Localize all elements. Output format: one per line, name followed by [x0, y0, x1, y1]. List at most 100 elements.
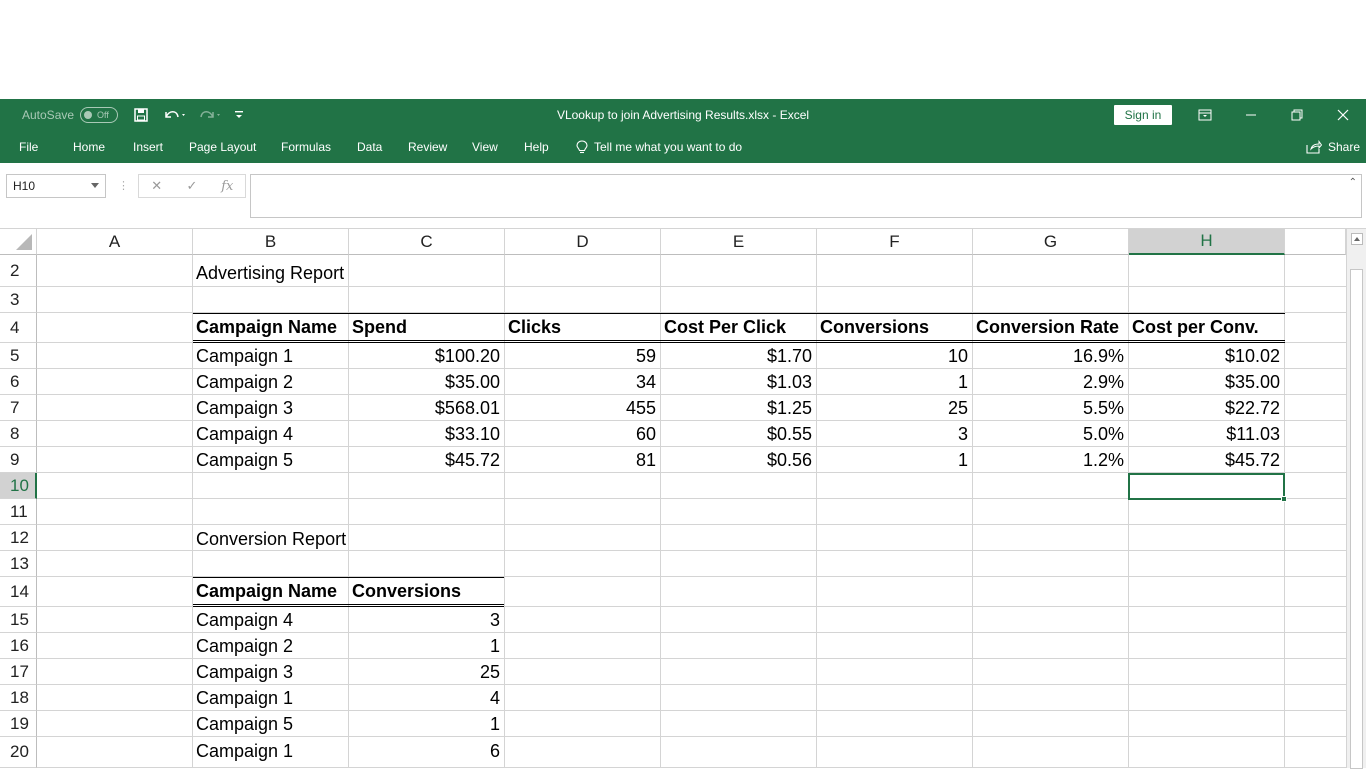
advertising-report-title[interactable]: Advertising Report: [192, 260, 504, 286]
ad-cell[interactable]: 60: [504, 421, 660, 447]
conv-cell[interactable]: 6: [348, 738, 504, 764]
chevron-down-icon[interactable]: [91, 183, 99, 188]
tab-data[interactable]: Data: [357, 131, 382, 163]
tab-insert[interactable]: Insert: [133, 131, 163, 163]
ad-cell[interactable]: 2.9%: [972, 369, 1128, 395]
conv-header-campaign-name[interactable]: Campaign Name: [192, 578, 348, 604]
column-header-f[interactable]: F: [817, 229, 973, 255]
undo-icon[interactable]: [160, 99, 190, 131]
ad-cell[interactable]: Campaign 3: [192, 395, 348, 421]
row-header-5[interactable]: 5: [0, 343, 37, 369]
fill-handle[interactable]: [1281, 496, 1287, 502]
formula-input[interactable]: ⌃: [250, 174, 1362, 218]
conv-cell[interactable]: Campaign 4: [192, 607, 348, 633]
column-header-d[interactable]: D: [505, 229, 661, 255]
restore-icon[interactable]: [1274, 99, 1320, 131]
save-icon[interactable]: [130, 99, 152, 131]
ad-cell[interactable]: $568.01: [348, 395, 504, 421]
row-header-9[interactable]: 9: [0, 447, 37, 473]
header-cost-per-click[interactable]: Cost Per Click: [660, 314, 816, 340]
column-header-a[interactable]: A: [37, 229, 193, 255]
row-header-7[interactable]: 7: [0, 395, 37, 421]
tab-view[interactable]: View: [472, 131, 498, 163]
row-header-13[interactable]: 13: [0, 551, 37, 577]
row-header-3[interactable]: 3: [0, 287, 37, 313]
tab-help[interactable]: Help: [524, 131, 549, 163]
row-header-18[interactable]: 18: [0, 685, 37, 711]
ad-cell[interactable]: 59: [504, 343, 660, 369]
tab-page-layout[interactable]: Page Layout: [189, 131, 256, 163]
column-header-c[interactable]: C: [349, 229, 505, 255]
header-spend[interactable]: Spend: [348, 314, 504, 340]
ad-cell[interactable]: $1.03: [660, 369, 816, 395]
scroll-thumb[interactable]: [1350, 269, 1363, 769]
conv-cell[interactable]: Campaign 5: [192, 711, 348, 737]
row-header-10[interactable]: 10: [0, 473, 37, 499]
ad-cell[interactable]: $33.10: [348, 421, 504, 447]
ad-cell[interactable]: $45.72: [348, 447, 504, 473]
row-header-11[interactable]: 11: [0, 499, 37, 525]
autosave-toggle[interactable]: Off: [80, 107, 118, 123]
ad-cell[interactable]: 25: [816, 395, 972, 421]
customize-qat-icon[interactable]: [232, 99, 246, 131]
ad-cell[interactable]: Campaign 5: [192, 447, 348, 473]
row-header-15[interactable]: 15: [0, 607, 37, 633]
row-header-20[interactable]: 20: [0, 737, 37, 768]
ad-cell[interactable]: Campaign 1: [192, 343, 348, 369]
row-header-16[interactable]: 16: [0, 633, 37, 659]
header-conversion-rate[interactable]: Conversion Rate: [972, 314, 1128, 340]
row-header-19[interactable]: 19: [0, 711, 37, 737]
row-header-6[interactable]: 6: [0, 369, 37, 395]
ad-cell[interactable]: $22.72: [1128, 395, 1284, 421]
sign-in-button[interactable]: Sign in: [1114, 105, 1172, 125]
ad-cell[interactable]: 5.0%: [972, 421, 1128, 447]
ad-cell[interactable]: 16.9%: [972, 343, 1128, 369]
tell-me-box[interactable]: Tell me what you want to do: [576, 131, 742, 163]
column-header-i[interactable]: [1285, 229, 1346, 255]
conversion-report-title[interactable]: Conversion Report: [192, 526, 504, 552]
conv-cell[interactable]: Campaign 3: [192, 659, 348, 685]
formula-splitter-icon[interactable]: ⋮: [118, 179, 129, 193]
enter-icon[interactable]: ✓: [174, 178, 209, 194]
conv-cell[interactable]: 4: [348, 685, 504, 711]
column-header-e[interactable]: E: [661, 229, 817, 255]
ad-cell[interactable]: $45.72: [1128, 447, 1284, 473]
tab-formulas[interactable]: Formulas: [281, 131, 331, 163]
column-header-g[interactable]: G: [973, 229, 1129, 255]
header-conversions[interactable]: Conversions: [816, 314, 972, 340]
ad-cell[interactable]: $100.20: [348, 343, 504, 369]
ad-cell[interactable]: $0.55: [660, 421, 816, 447]
insert-function-icon[interactable]: fx: [210, 179, 245, 194]
tab-review[interactable]: Review: [408, 131, 447, 163]
ad-cell[interactable]: Campaign 4: [192, 421, 348, 447]
ad-cell[interactable]: $0.56: [660, 447, 816, 473]
header-cost-per-conv[interactable]: Cost per Conv.: [1128, 314, 1284, 340]
row-header-12[interactable]: 12: [0, 525, 37, 551]
name-box[interactable]: H10: [6, 174, 106, 198]
ad-cell[interactable]: 455: [504, 395, 660, 421]
ad-cell[interactable]: $35.00: [1128, 369, 1284, 395]
ad-cell[interactable]: 34: [504, 369, 660, 395]
ad-cell[interactable]: $1.70: [660, 343, 816, 369]
ad-cell[interactable]: $1.25: [660, 395, 816, 421]
ad-cell[interactable]: 1: [816, 369, 972, 395]
row-header-2[interactable]: 2: [0, 255, 37, 287]
column-header-b[interactable]: B: [193, 229, 349, 255]
ribbon-display-icon[interactable]: [1182, 99, 1228, 131]
scroll-up-icon[interactable]: [1351, 233, 1363, 245]
conv-cell[interactable]: 1: [348, 711, 504, 737]
cancel-icon[interactable]: ✕: [139, 178, 174, 194]
collapse-formula-bar-icon[interactable]: ⌃: [1349, 177, 1357, 188]
ad-cell[interactable]: Campaign 2: [192, 369, 348, 395]
column-header-h[interactable]: H: [1129, 229, 1285, 255]
conv-cell[interactable]: 1: [348, 633, 504, 659]
ad-cell[interactable]: $35.00: [348, 369, 504, 395]
header-campaign-name[interactable]: Campaign Name: [192, 314, 348, 340]
conv-cell[interactable]: 3: [348, 607, 504, 633]
ad-cell[interactable]: 3: [816, 421, 972, 447]
ad-cell[interactable]: 1.2%: [972, 447, 1128, 473]
select-all-button[interactable]: [0, 229, 37, 255]
tab-file[interactable]: File: [19, 131, 38, 163]
tab-home[interactable]: Home: [73, 131, 105, 163]
row-header-17[interactable]: 17: [0, 659, 37, 685]
